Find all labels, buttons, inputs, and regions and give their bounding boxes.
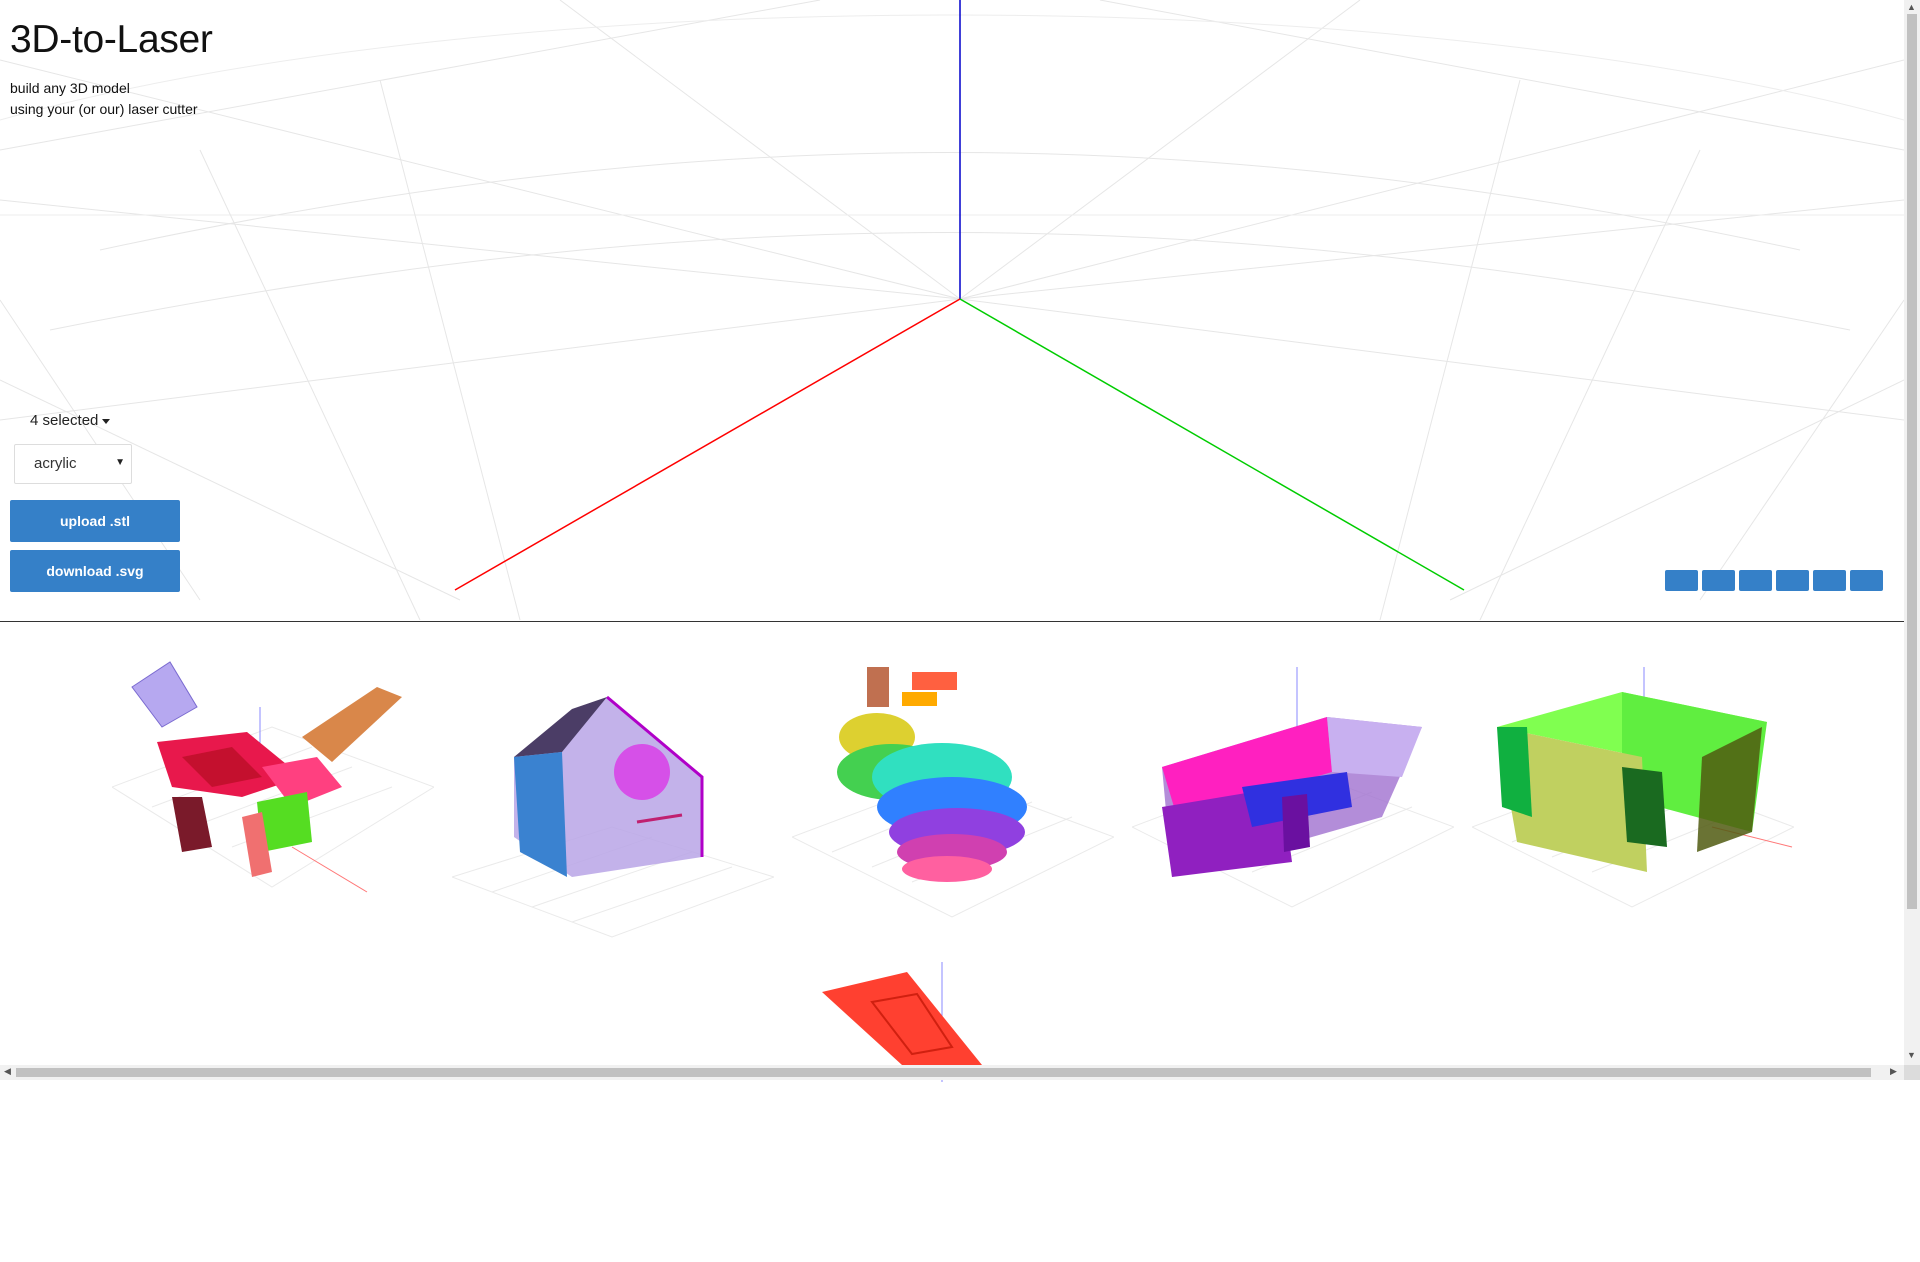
scroll-up-arrow-icon[interactable]: ▲ <box>1907 2 1916 12</box>
view-button-4[interactable] <box>1776 570 1809 591</box>
dropdown-arrow-icon: ▼ <box>115 457 125 468</box>
gallery-thumb-birdhouse[interactable] <box>452 647 774 947</box>
horizontal-scrollbar[interactable]: ◀ ▶ <box>0 1065 1904 1080</box>
gallery-thumb-flat-plate[interactable] <box>792 962 1114 1262</box>
scrollbar-corner <box>1904 1065 1920 1080</box>
view-button-3[interactable] <box>1739 570 1772 591</box>
ground-grid <box>0 0 1904 621</box>
gallery-thumb-robot-arm[interactable] <box>112 647 434 947</box>
x-axis <box>454 298 961 591</box>
tagline-line-1: build any 3D model <box>10 80 130 96</box>
y-axis <box>959 298 1465 591</box>
view-button-group <box>1665 570 1883 591</box>
gallery-thumb-box[interactable] <box>1472 647 1794 947</box>
selection-dropdown[interactable]: 4 selected <box>30 412 111 429</box>
material-value: acrylic <box>34 455 77 472</box>
viewport-canvas[interactable] <box>0 0 1904 621</box>
vertical-scrollbar[interactable]: ▲ ▼ <box>1904 0 1920 1065</box>
view-button-5[interactable] <box>1813 570 1846 591</box>
view-button-2[interactable] <box>1702 570 1735 591</box>
3d-viewport[interactable]: 3D-to-Laser build any 3D model using you… <box>0 0 1904 622</box>
material-select[interactable]: acrylic ▼ <box>14 444 132 484</box>
gallery-thumb-boat[interactable] <box>1132 647 1454 947</box>
caret-down-icon <box>102 418 111 424</box>
view-button-6[interactable] <box>1850 570 1883 591</box>
gallery-thumb-bunny[interactable] <box>792 647 1114 947</box>
title-overlay: 3D-to-Laser build any 3D model using you… <box>10 18 213 120</box>
tagline-line-2: using your (or our) laser cutter <box>10 101 198 117</box>
download-svg-button[interactable]: download .svg <box>10 550 180 592</box>
app-title: 3D-to-Laser <box>10 18 213 61</box>
scroll-down-arrow-icon[interactable]: ▼ <box>1907 1050 1916 1060</box>
upload-stl-button[interactable]: upload .stl <box>10 500 180 542</box>
vertical-scroll-thumb[interactable] <box>1907 14 1917 909</box>
scroll-right-arrow-icon[interactable]: ▶ <box>1890 1066 1897 1077</box>
model-gallery <box>0 622 1904 1082</box>
scroll-left-arrow-icon[interactable]: ◀ <box>4 1066 11 1077</box>
view-button-1[interactable] <box>1665 570 1698 591</box>
horizontal-scroll-thumb[interactable] <box>16 1068 1871 1077</box>
selection-count-label: 4 selected <box>30 412 99 429</box>
